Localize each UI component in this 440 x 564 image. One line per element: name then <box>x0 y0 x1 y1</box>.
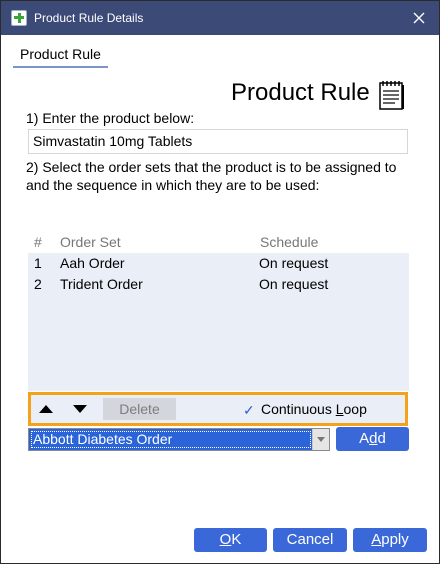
product-rule-details-window: Product Rule Details Product Rule Produc… <box>0 0 440 564</box>
tab-product-rule[interactable]: Product Rule <box>13 44 108 68</box>
step2-line1: 2) Select the order sets that the produc… <box>26 159 397 175</box>
order-set-select[interactable]: Abbott Diabetes Order <box>28 428 330 451</box>
step2-line2: and the sequence in which they are to be… <box>26 177 320 193</box>
apply-button[interactable]: Apply <box>353 528 427 552</box>
delete-button[interactable]: Delete <box>103 398 176 420</box>
column-header-order-set[interactable]: Order Set <box>60 234 121 250</box>
ok-button[interactable]: OK <box>194 528 267 552</box>
dropdown-arrow-icon[interactable] <box>312 429 329 450</box>
continuous-loop-label: Continuous Loop <box>261 401 367 417</box>
table-row[interactable]: 1 Aah Order On request <box>28 253 409 274</box>
step1-label: 1) Enter the product below: <box>26 110 195 126</box>
row-schedule: On request <box>259 276 329 292</box>
column-header-schedule[interactable]: Schedule <box>260 234 318 250</box>
table-row[interactable]: 2 Trident Order On request <box>28 274 409 295</box>
grid-header: # Order Set Schedule <box>28 229 409 253</box>
window-title: Product Rule Details <box>34 11 144 25</box>
cancel-button[interactable]: Cancel <box>273 528 347 552</box>
notepad-icon <box>378 79 406 114</box>
page-title: Product Rule <box>231 79 370 106</box>
product-input[interactable]: Simvastatin 10mg Tablets <box>28 129 408 154</box>
row-order-set: Aah Order <box>60 255 125 271</box>
move-down-icon[interactable] <box>73 405 87 413</box>
order-set-toolbar: Delete ✓ Continuous Loop <box>28 392 408 426</box>
order-set-select-value: Abbott Diabetes Order <box>31 431 311 448</box>
close-button[interactable] <box>399 1 439 35</box>
move-up-icon[interactable] <box>39 405 53 413</box>
row-number: 2 <box>34 276 42 292</box>
add-button[interactable]: Add <box>336 427 409 451</box>
close-icon <box>413 12 425 24</box>
checkmark-icon: ✓ <box>243 402 255 418</box>
row-order-set: Trident Order <box>60 276 143 292</box>
order-set-grid: # Order Set Schedule 1 Aah Order On requ… <box>28 229 409 391</box>
column-header-number[interactable]: # <box>34 234 42 250</box>
row-number: 1 <box>34 255 42 271</box>
grid-body: 1 Aah Order On request 2 Trident Order O… <box>28 253 409 391</box>
title-bar: Product Rule Details <box>1 1 439 35</box>
app-icon <box>11 10 27 26</box>
row-schedule: On request <box>259 255 329 271</box>
